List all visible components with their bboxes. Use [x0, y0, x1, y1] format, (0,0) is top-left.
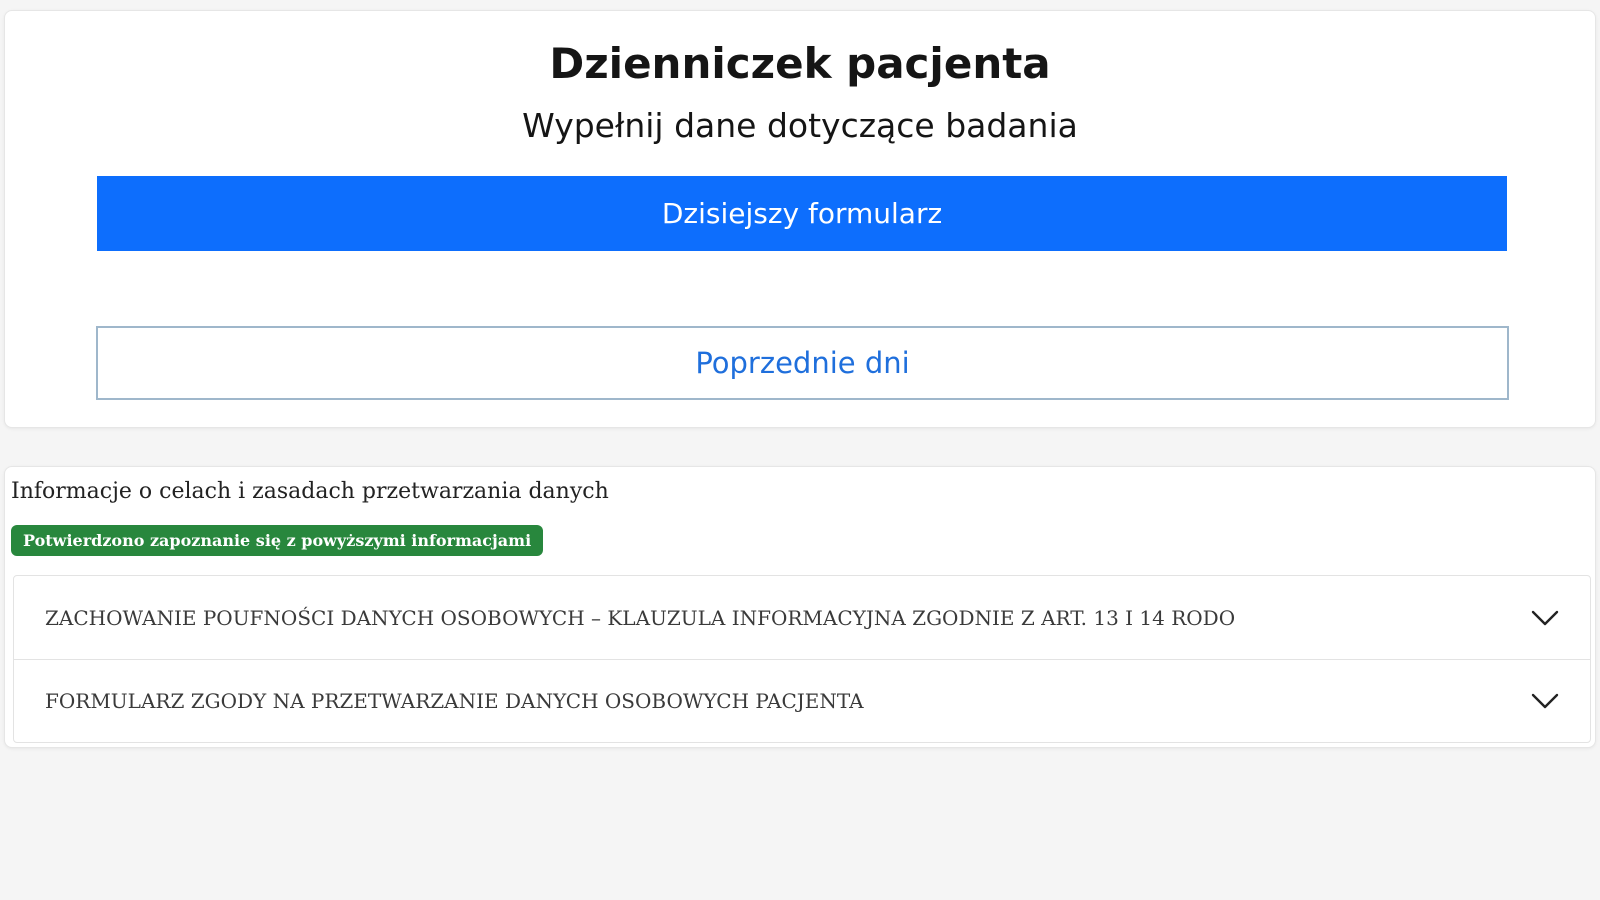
today-form-button[interactable]: Dzisiejszy formularz — [97, 176, 1507, 251]
chevron-down-icon[interactable] — [1530, 603, 1560, 633]
diary-card: Dzienniczek pacjenta Wypełnij dane dotyc… — [4, 10, 1596, 428]
confirmation-badge: Potwierdzono zapoznanie się z powyższymi… — [11, 525, 544, 556]
info-heading: Informacje o celach i zasadach przetwarz… — [11, 479, 609, 504]
page-title: Dzienniczek pacjenta — [549, 39, 1051, 88]
accordion-item-label: FORMULARZ ZGODY NA PRZETWARZANIE DANYCH … — [45, 689, 864, 713]
info-accordion: ZACHOWANIE POUFNOŚCI DANYCH OSOBOWYCH – … — [13, 575, 1591, 743]
chevron-down-icon[interactable] — [1530, 686, 1560, 716]
data-processing-info-card: Informacje o celach i zasadach przetwarz… — [4, 466, 1596, 748]
accordion-item-label: ZACHOWANIE POUFNOŚCI DANYCH OSOBOWYCH – … — [45, 605, 1236, 630]
page-subtitle: Wypełnij dane dotyczące badania — [522, 106, 1078, 145]
previous-days-button[interactable]: Poprzednie dni — [96, 326, 1509, 400]
accordion-item-gdpr-clause[interactable]: ZACHOWANIE POUFNOŚCI DANYCH OSOBOWYCH – … — [14, 576, 1590, 659]
accordion-item-consent-form[interactable]: FORMULARZ ZGODY NA PRZETWARZANIE DANYCH … — [14, 659, 1590, 742]
